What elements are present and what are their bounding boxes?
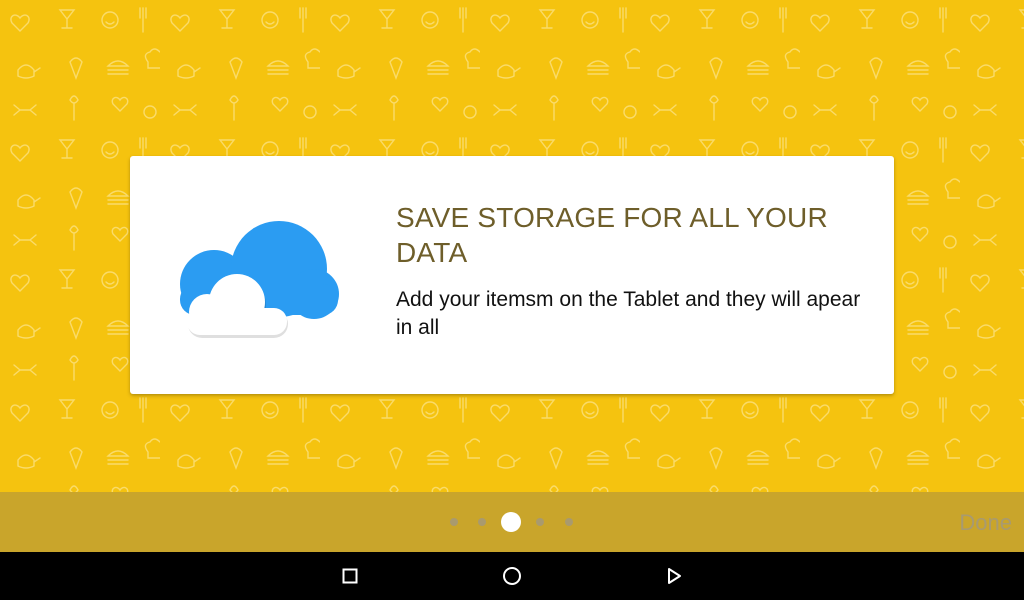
- page-dot-2[interactable]: [478, 518, 486, 526]
- page-dot-5[interactable]: [565, 518, 573, 526]
- page-dot-3-active[interactable]: [501, 512, 521, 532]
- onboarding-card: SAVE STORAGE FOR ALL YOUR DATA Add your …: [130, 156, 894, 394]
- page-indicator: [0, 492, 1024, 552]
- page-dot-4[interactable]: [536, 518, 544, 526]
- system-navigation-bar: [0, 552, 1024, 600]
- onboarding-bottom-bar: Done: [0, 492, 1024, 552]
- slide-title: SAVE STORAGE FOR ALL YOUR DATA: [396, 202, 828, 268]
- recents-square-icon[interactable]: [338, 564, 362, 588]
- slide-description: Add your itemsm on the Tablet and they w…: [396, 288, 861, 339]
- home-circle-icon[interactable]: [500, 564, 524, 588]
- done-button[interactable]: Done: [959, 510, 1012, 536]
- page-dot-1[interactable]: [450, 518, 458, 526]
- cloud-icon: [174, 214, 344, 344]
- back-triangle-icon[interactable]: [662, 564, 686, 588]
